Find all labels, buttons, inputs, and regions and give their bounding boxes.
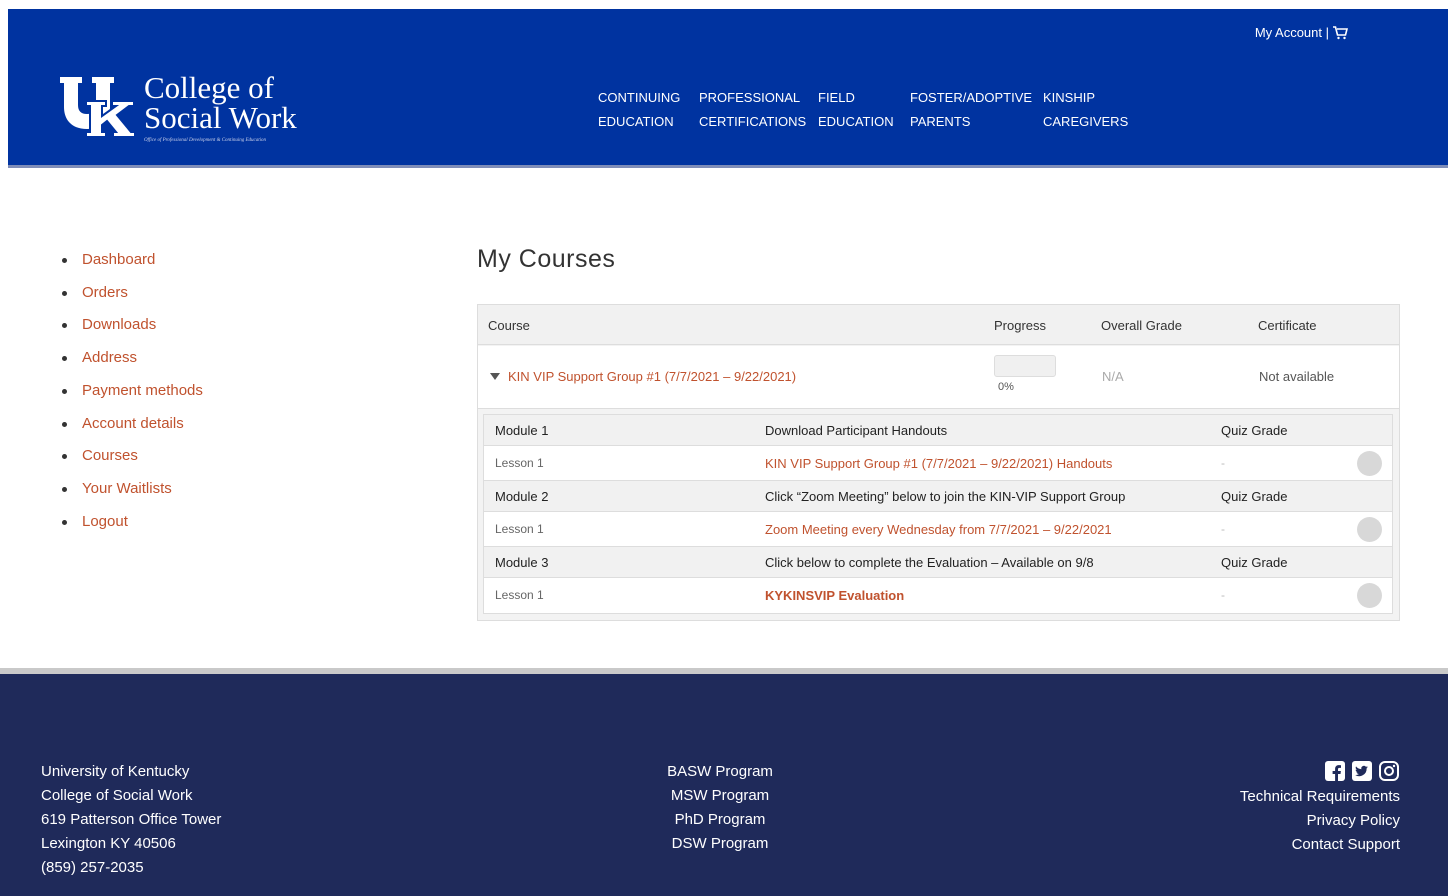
nav-label: CONTINUING bbox=[598, 90, 681, 105]
nav-professional-certifications[interactable]: PROFESSIONAL CERTIFICATIONS bbox=[699, 86, 818, 134]
page-title: My Courses bbox=[477, 245, 616, 273]
sidebar-item-orders[interactable]: Orders bbox=[62, 277, 203, 310]
program-link-msw[interactable]: MSW Program bbox=[610, 784, 830, 808]
certificate-status: Not available bbox=[1259, 369, 1335, 384]
uk-logo-icon bbox=[60, 77, 136, 138]
site-header: My Account | College of Social Work Offi… bbox=[8, 9, 1448, 165]
address-line: University of Kentucky bbox=[41, 763, 190, 780]
social-links bbox=[1240, 760, 1400, 782]
program-link-basw[interactable]: BASW Program bbox=[610, 760, 830, 784]
address-line: Lexington KY 40506 bbox=[41, 835, 176, 852]
module-title: Click below to complete the Evaluation –… bbox=[765, 555, 1094, 570]
progress-text: 0% bbox=[998, 381, 1014, 393]
twitter-icon[interactable] bbox=[1351, 760, 1373, 782]
sidebar-item-dashboard[interactable]: Dashboard bbox=[62, 244, 203, 277]
footer-programs: BASW Program MSW Program PhD Program DSW… bbox=[610, 760, 830, 856]
privacy-policy-link[interactable]: Privacy Policy bbox=[1240, 809, 1400, 833]
footer-links: Technical Requirements Privacy Policy Co… bbox=[1240, 760, 1400, 857]
address-line: College of Social Work bbox=[41, 787, 193, 804]
facebook-icon[interactable] bbox=[1324, 760, 1346, 782]
lesson-row: Lesson 1 Zoom Meeting every Wednesday fr… bbox=[484, 512, 1392, 547]
nav-label: CAREGIVERS bbox=[1043, 114, 1129, 129]
nav-label: FOSTER/ADOPTIVE bbox=[910, 90, 1033, 105]
nav-field-education[interactable]: FIELD EDUCATION bbox=[818, 86, 910, 134]
instagram-icon[interactable] bbox=[1378, 760, 1400, 782]
quiz-grade-label: Quiz Grade bbox=[1221, 489, 1288, 504]
footer-address: University of Kentucky College of Social… bbox=[41, 760, 221, 880]
module-label: Module 3 bbox=[495, 555, 549, 570]
course-toggle[interactable]: KIN VIP Support Group #1 (7/7/2021 – 9/2… bbox=[490, 369, 796, 384]
sidebar-item-address[interactable]: Address bbox=[62, 342, 203, 375]
module-label: Module 2 bbox=[495, 489, 549, 504]
module-row: Module 1 Download Participant Handouts Q… bbox=[484, 415, 1392, 446]
lesson-status-icon bbox=[1357, 583, 1382, 608]
lesson-label: Lesson 1 bbox=[495, 456, 544, 470]
lesson-grade: - bbox=[1221, 588, 1225, 602]
cart-icon[interactable] bbox=[1332, 25, 1348, 40]
lesson-grade: - bbox=[1221, 456, 1225, 470]
nav-label: FIELD bbox=[818, 90, 855, 105]
account-link[interactable]: My Account | bbox=[1255, 25, 1348, 40]
lesson-label: Lesson 1 bbox=[495, 588, 544, 602]
lesson-status-icon bbox=[1357, 517, 1382, 542]
lesson-label: Lesson 1 bbox=[495, 522, 544, 536]
my-account-label[interactable]: My Account | bbox=[1255, 25, 1329, 40]
module-row: Module 3 Click below to complete the Eva… bbox=[484, 547, 1392, 578]
address-line: 619 Patterson Office Tower bbox=[41, 811, 222, 828]
lesson-row: Lesson 1 KYKINSVIP Evaluation - bbox=[484, 578, 1392, 613]
module-title: Download Participant Handouts bbox=[765, 423, 948, 438]
logo-title-line2: Social Work bbox=[144, 100, 297, 135]
header-divider bbox=[8, 165, 1448, 168]
account-sidebar: Dashboard Orders Downloads Address Payme… bbox=[62, 244, 203, 538]
program-link-phd[interactable]: PhD Program bbox=[610, 808, 830, 832]
nav-foster-adoptive-parents[interactable]: FOSTER/ADOPTIVE PARENTS bbox=[910, 86, 1043, 134]
sidebar-item-logout[interactable]: Logout bbox=[62, 506, 203, 539]
nav-label: PARENTS bbox=[910, 114, 971, 129]
expand-triangle-icon[interactable] bbox=[490, 373, 500, 380]
module-row: Module 2 Click “Zoom Meeting” below to j… bbox=[484, 481, 1392, 512]
lesson-status-icon bbox=[1357, 451, 1382, 476]
technical-requirements-link[interactable]: Technical Requirements bbox=[1240, 785, 1400, 809]
lesson-link[interactable]: Zoom Meeting every Wednesday from 7/7/20… bbox=[765, 522, 1112, 537]
site-footer: University of Kentucky College of Social… bbox=[0, 674, 1448, 896]
phone-number[interactable]: (859) 257-2035 bbox=[41, 856, 221, 880]
lesson-link[interactable]: KYKINSVIP Evaluation bbox=[765, 588, 904, 603]
courses-table: Course Progress Overall Grade Certificat… bbox=[477, 304, 1400, 621]
logo-title-line1: College of bbox=[144, 70, 274, 105]
contact-support-link[interactable]: Contact Support bbox=[1240, 833, 1400, 857]
table-header: Course Progress Overall Grade Certificat… bbox=[478, 305, 1399, 345]
nav-kinship-caregivers[interactable]: KINSHIP CAREGIVERS bbox=[1043, 86, 1143, 134]
logo-subtitle: Office of Professional Development & Con… bbox=[144, 138, 267, 143]
lesson-link[interactable]: KIN VIP Support Group #1 (7/7/2021 – 9/2… bbox=[765, 456, 1112, 471]
column-course: Course bbox=[488, 318, 530, 333]
nav-label: PROFESSIONAL bbox=[699, 90, 801, 105]
program-link-dsw[interactable]: DSW Program bbox=[610, 832, 830, 856]
module-title: Click “Zoom Meeting” below to join the K… bbox=[765, 489, 1126, 504]
main-nav: CONTINUING EDUCATION PROFESSIONAL CERTIF… bbox=[598, 86, 1143, 134]
nav-label: EDUCATION bbox=[598, 114, 674, 129]
nav-label: EDUCATION bbox=[818, 114, 894, 129]
progress-bar bbox=[994, 355, 1056, 377]
college-logo[interactable]: College of Social Work Office of Profess… bbox=[56, 71, 297, 143]
lesson-grade: - bbox=[1221, 522, 1225, 536]
lesson-row: Lesson 1 KIN VIP Support Group #1 (7/7/2… bbox=[484, 446, 1392, 481]
nav-label: KINSHIP bbox=[1043, 90, 1096, 105]
sidebar-item-courses[interactable]: Courses bbox=[62, 440, 203, 473]
column-certificate: Certificate bbox=[1258, 318, 1317, 333]
quiz-grade-label: Quiz Grade bbox=[1221, 423, 1288, 438]
column-overall-grade: Overall Grade bbox=[1101, 318, 1182, 333]
quiz-grade-label: Quiz Grade bbox=[1221, 555, 1288, 570]
course-name-link[interactable]: KIN VIP Support Group #1 (7/7/2021 – 9/2… bbox=[508, 369, 796, 384]
sidebar-item-downloads[interactable]: Downloads bbox=[62, 309, 203, 342]
column-progress: Progress bbox=[994, 318, 1047, 333]
nav-label: CERTIFICATIONS bbox=[699, 114, 807, 129]
overall-grade: N/A bbox=[1102, 369, 1124, 384]
sidebar-item-payment-methods[interactable]: Payment methods bbox=[62, 375, 203, 408]
sidebar-item-account-details[interactable]: Account details bbox=[62, 408, 203, 441]
nav-continuing-education[interactable]: CONTINUING EDUCATION bbox=[598, 86, 699, 134]
sidebar-item-waitlists[interactable]: Your Waitlists bbox=[62, 473, 203, 506]
module-label: Module 1 bbox=[495, 423, 549, 438]
modules-table: Module 1 Download Participant Handouts Q… bbox=[483, 414, 1393, 614]
course-row[interactable]: KIN VIP Support Group #1 (7/7/2021 – 9/2… bbox=[478, 346, 1399, 409]
